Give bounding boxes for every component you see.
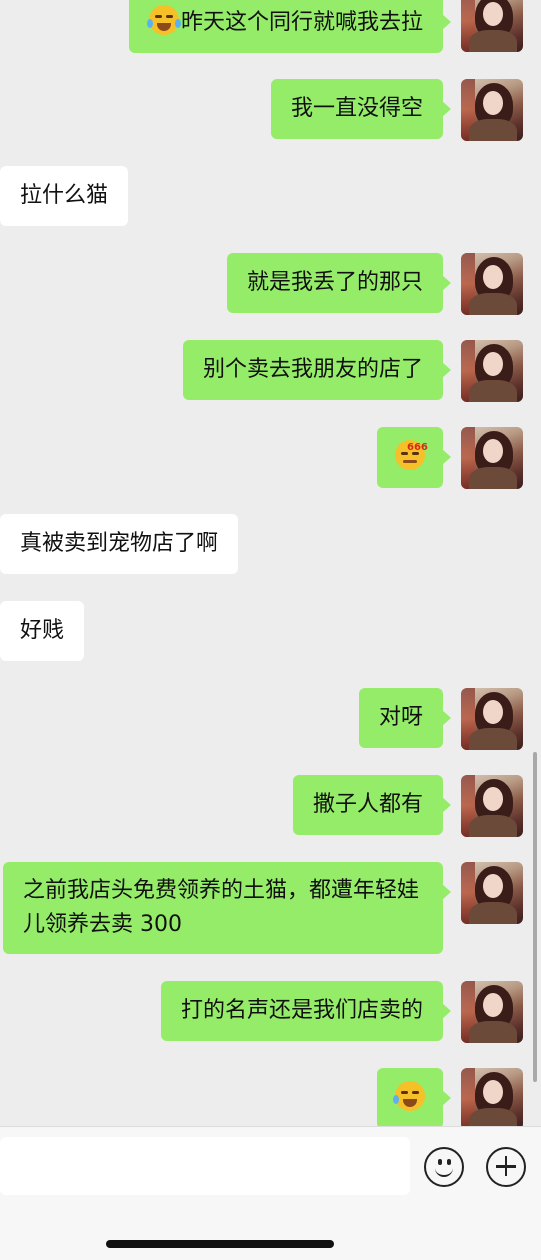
avatar[interactable] [461,427,523,489]
crying-laughing-emoji [393,1081,425,1111]
message-bubble[interactable]: 拉什么猫 [0,166,129,226]
avatar[interactable] [461,688,523,750]
message-text: 打的名声还是我们店卖的 [180,998,423,1023]
home-indicator [106,1240,334,1248]
avatar[interactable] [461,981,523,1043]
laughing-tears-emoji [146,5,181,35]
message-text: 真被卖到宠物店了啊 [20,531,219,556]
message-bubble[interactable]: 就是我丢了的那只 [226,253,452,313]
message-bubble[interactable]: 我一直没得空 [270,79,452,139]
plus-icon[interactable] [486,1147,526,1187]
message-bubble[interactable]: 撒子人都有 [292,775,452,835]
message-text: 之前我店头免费领养的土猫，都遭年轻娃儿领养去卖 300 [23,878,420,937]
message-bubble[interactable]: 真被卖到宠物店了啊 [0,514,239,574]
message-text: 别个卖去我朋友的店了 [202,357,423,382]
message-text: 就是我丢了的那只 [246,270,423,295]
message-bubble[interactable]: 昨天这个同行就喊我去拉 [128,0,452,53]
avatar[interactable] [461,0,523,52]
emoji-label: 666 [407,442,428,453]
avatar[interactable] [461,775,523,837]
message-bubble[interactable]: 对呀 [358,688,452,748]
message-bubble[interactable]: 好贱 [0,601,85,661]
message-bubble[interactable] [377,1068,451,1126]
scrollbar[interactable] [533,752,537,1082]
message-text: 对呀 [378,705,423,730]
avatar[interactable] [461,1068,523,1126]
message-text: 我一直没得空 [290,96,423,121]
666-emoji: 666 [395,440,428,470]
message-bubble[interactable]: 666 [377,427,451,488]
message-text: 撒子人都有 [312,792,423,817]
message-text: 拉什么猫 [20,183,109,208]
message-bubble[interactable]: 别个卖去我朋友的店了 [182,340,452,400]
message-input[interactable] [0,1137,410,1195]
message-text: 好贱 [20,618,65,643]
smiley-icon[interactable] [424,1147,464,1187]
avatar[interactable] [461,340,523,402]
avatar[interactable] [461,253,523,315]
avatar[interactable] [461,862,523,924]
message-text: 昨天这个同行就喊我去拉 [180,10,423,35]
message-bubble[interactable]: 打的名声还是我们店卖的 [160,981,452,1041]
chat-area: 昨天这个同行就喊我去拉 我一直没得空 拉什么猫 就是我丢了的那只 别个卖去我朋友… [0,0,541,1126]
avatar[interactable] [461,79,523,141]
message-bubble[interactable]: 之前我店头免费领养的土猫，都遭年轻娃儿领养去卖 300 [3,862,451,954]
